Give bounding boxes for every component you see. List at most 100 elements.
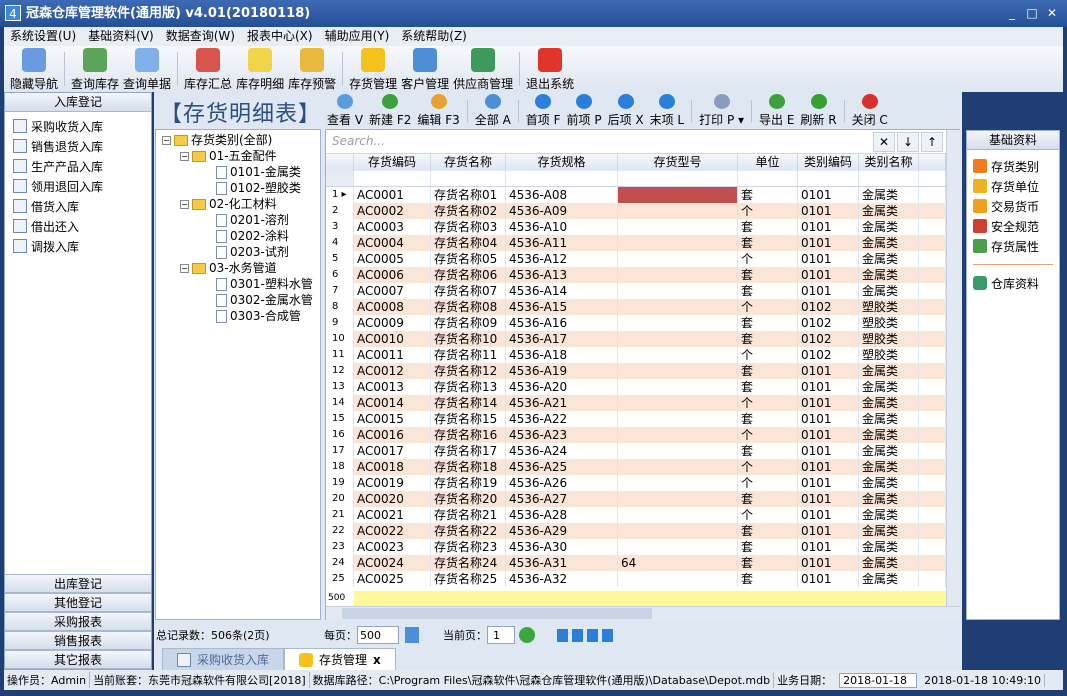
table-cell[interactable]: AC0009: [354, 315, 431, 331]
table-cell[interactable]: AC0024: [354, 555, 431, 571]
table-cell[interactable]: [618, 571, 738, 587]
table-cell[interactable]: AC0006: [354, 267, 431, 283]
table-cell[interactable]: 4536-A23: [506, 427, 618, 443]
table-cell[interactable]: 4536-A18: [506, 347, 618, 363]
table-cell[interactable]: [618, 507, 738, 523]
column-header[interactable]: 单位: [738, 154, 798, 171]
table-cell[interactable]: 存货名称23: [431, 539, 506, 555]
table-cell[interactable]: 4536-A08: [506, 187, 618, 203]
table-cell[interactable]: AC0010: [354, 331, 431, 347]
table-cell[interactable]: 个: [738, 475, 798, 491]
collapse-icon[interactable]: −: [162, 135, 171, 145]
table-cell[interactable]: 存货名称06: [431, 267, 506, 283]
tree-leaf[interactable]: 0203-试剂: [216, 244, 289, 260]
table-cell[interactable]: 塑胶类: [859, 331, 919, 347]
collapse-icon[interactable]: −: [180, 199, 189, 209]
table-cell[interactable]: 0101: [798, 475, 859, 491]
table-cell[interactable]: 塑胶类: [859, 347, 919, 363]
table-cell[interactable]: 套: [738, 363, 798, 379]
table-row[interactable]: 23 AC0023 存货名称23 4536-A30 套 0101 金属类: [326, 539, 946, 555]
table-cell[interactable]: 存货名称18: [431, 459, 506, 475]
table-cell[interactable]: 存货名称20: [431, 491, 506, 507]
right-item[interactable]: 存货单位: [967, 176, 1059, 196]
table-cell[interactable]: 金属类: [859, 443, 919, 459]
table-cell[interactable]: AC0014: [354, 395, 431, 411]
nav-item[interactable]: 借货入库: [5, 196, 151, 216]
per-page-input[interactable]: 500: [357, 626, 399, 644]
right-item[interactable]: 安全规范: [967, 216, 1059, 236]
table-cell[interactable]: 存货名称21: [431, 507, 506, 523]
grid-toolbar-button[interactable]: 关闭 C: [849, 94, 891, 128]
tree-leaf[interactable]: 0102-塑胶类: [216, 180, 301, 196]
table-cell[interactable]: 塑胶类: [859, 299, 919, 315]
tree-group[interactable]: − 03-水务管道: [180, 260, 277, 276]
tab-close-button[interactable]: x: [373, 653, 381, 667]
table-row[interactable]: 15 AC0015 存货名称15 4536-A22 套 0101 金属类: [326, 411, 946, 427]
table-cell[interactable]: 4536-A28: [506, 507, 618, 523]
menu-item[interactable]: 数据查询(W): [166, 27, 235, 46]
grid-toolbar-button[interactable]: 新建 F2: [366, 94, 414, 128]
table-cell[interactable]: AC0018: [354, 459, 431, 475]
nav-section[interactable]: 出库登记: [5, 574, 151, 593]
tree-group[interactable]: − 02-化工材料: [180, 196, 277, 212]
first-page-icon[interactable]: [557, 628, 568, 642]
table-row[interactable]: 16 AC0016 存货名称16 4536-A23 个 0101 金属类: [326, 427, 946, 443]
table-cell[interactable]: 套: [738, 315, 798, 331]
table-cell[interactable]: 金属类: [859, 571, 919, 587]
table-cell[interactable]: 存货名称12: [431, 363, 506, 379]
next-page-icon[interactable]: [587, 628, 598, 642]
table-cell[interactable]: 4536-A25: [506, 459, 618, 475]
right-item[interactable]: 存货类别: [967, 156, 1059, 176]
table-cell[interactable]: [618, 363, 738, 379]
table-cell[interactable]: 金属类: [859, 395, 919, 411]
table-cell[interactable]: 存货名称19: [431, 475, 506, 491]
table-cell[interactable]: 套: [738, 379, 798, 395]
table-cell[interactable]: 金属类: [859, 379, 919, 395]
close-button[interactable]: ✕: [1044, 5, 1060, 21]
table-cell[interactable]: 0101: [798, 555, 859, 571]
table-row[interactable]: 21 AC0021 存货名称21 4536-A28 个 0101 金属类: [326, 507, 946, 523]
nav-item[interactable]: 采购收货入库: [5, 116, 151, 136]
table-row[interactable]: 9 AC0009 存货名称09 4536-A16 套 0102 塑胶类: [326, 315, 946, 331]
table-cell[interactable]: 金属类: [859, 459, 919, 475]
menu-item[interactable]: 基础资料(V): [88, 27, 154, 46]
nav-section[interactable]: 销售报表: [5, 631, 151, 650]
table-row[interactable]: 2 AC0002 存货名称02 4536-A09 个 0101 金属类: [326, 203, 946, 219]
minimize-button[interactable]: _: [1004, 5, 1020, 21]
table-row[interactable]: 20 AC0020 存货名称20 4536-A27 套 0101 金属类: [326, 491, 946, 507]
table-cell[interactable]: 4536-A20: [506, 379, 618, 395]
table-cell[interactable]: 0101: [798, 411, 859, 427]
right-item-warehouse[interactable]: 仓库资料: [967, 273, 1059, 293]
table-cell[interactable]: AC0020: [354, 491, 431, 507]
table-cell[interactable]: 0101: [798, 539, 859, 555]
table-cell[interactable]: 0102: [798, 299, 859, 315]
table-cell[interactable]: 套: [738, 555, 798, 571]
toolbar-button[interactable]: 库存汇总: [182, 46, 234, 92]
right-item[interactable]: 交易货币: [967, 196, 1059, 216]
table-row[interactable]: 1 ▸ AC0001 存货名称01 4536-A08 套 0101 金属类: [326, 187, 946, 203]
column-header[interactable]: 类别编码: [798, 154, 859, 171]
tree-leaf[interactable]: 0201-溶剂: [216, 212, 289, 228]
table-cell[interactable]: [618, 299, 738, 315]
table-cell[interactable]: 4536-A32: [506, 571, 618, 587]
table-row[interactable]: 24 AC0024 存货名称24 4536-A31 64 套 0101 金属类: [326, 555, 946, 571]
table-cell[interactable]: 0101: [798, 459, 859, 475]
table-cell[interactable]: 4536-A21: [506, 395, 618, 411]
table-cell[interactable]: 4536-A29: [506, 523, 618, 539]
filter-cell[interactable]: [738, 171, 798, 186]
table-cell[interactable]: 存货名称11: [431, 347, 506, 363]
filter-cell[interactable]: [859, 171, 919, 186]
table-cell[interactable]: 存货名称03: [431, 219, 506, 235]
table-cell[interactable]: 0101: [798, 251, 859, 267]
table-cell[interactable]: AC0002: [354, 203, 431, 219]
table-cell[interactable]: [618, 443, 738, 459]
table-cell[interactable]: 0101: [798, 571, 859, 587]
table-cell[interactable]: 存货名称13: [431, 379, 506, 395]
table-cell[interactable]: 套: [738, 411, 798, 427]
collapse-icon[interactable]: −: [180, 151, 189, 161]
table-cell[interactable]: AC0011: [354, 347, 431, 363]
column-header[interactable]: 类别名称: [859, 154, 919, 171]
nav-section[interactable]: 其他登记: [5, 593, 151, 612]
vertical-scrollbar[interactable]: [946, 130, 960, 606]
table-cell[interactable]: 金属类: [859, 235, 919, 251]
